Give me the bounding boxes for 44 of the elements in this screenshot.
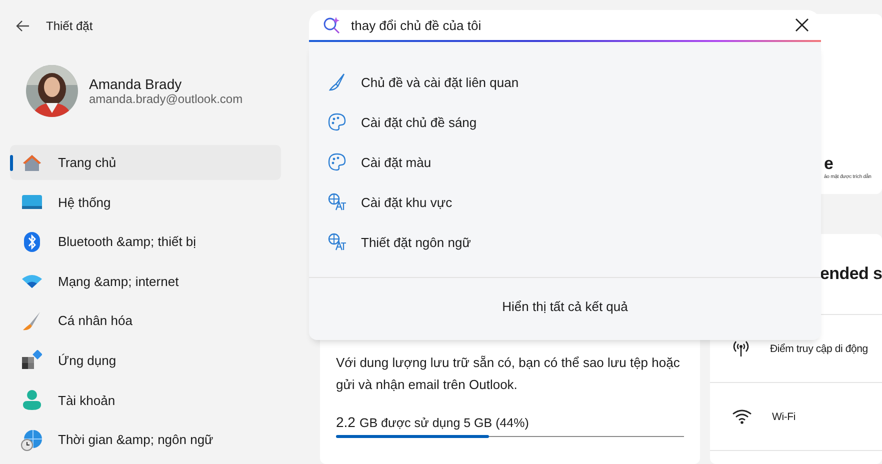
user-email: amanda.brady@outlook.com (89, 92, 243, 106)
search-result[interactable]: Chủ đề và cài đặt liên quan (309, 62, 821, 102)
home-icon (22, 154, 42, 172)
palette-icon (328, 153, 346, 171)
monitor-icon (22, 195, 42, 210)
apps-icon (22, 350, 42, 370)
person-icon (23, 390, 41, 410)
language-icon (328, 233, 346, 251)
wifi-icon (732, 409, 752, 424)
sidebar-item[interactable]: Thời gian &amp; ngôn ngữ (10, 422, 281, 458)
paintbrush-icon (22, 310, 42, 331)
storage-used: 2.2 (336, 414, 356, 430)
search-result[interactable]: Cài đặt màu (309, 142, 821, 182)
setting-label[interactable]: Điểm truy cập di động (770, 342, 868, 354)
show-all-results-link[interactable]: Hiển thị tất cả kết quả (498, 295, 632, 318)
sidebar-item[interactable]: Bluetooth &amp; thiết bị (10, 224, 281, 260)
window-title: Thiết đặt (46, 19, 93, 33)
sidebar-item[interactable]: Ứng dụng (10, 342, 281, 378)
palette-icon (328, 113, 346, 131)
sidebar-item[interactable]: Hệ thống (10, 184, 281, 220)
sidebar-item[interactable]: Tài khoản (10, 382, 281, 418)
search-field[interactable]: thay đổi chủ đề của tôi (351, 18, 783, 32)
search-result[interactable]: Cài đặt khu vực (309, 182, 821, 222)
sidebar-item[interactable]: Trang chủ (10, 145, 281, 180)
search-box[interactable]: thay đổi chủ đề của tôi (309, 10, 821, 40)
back-button[interactable] (14, 18, 32, 34)
close-button[interactable] (793, 16, 811, 34)
search-sparkle-icon (323, 16, 341, 34)
setting-label[interactable]: Wi-Fi (772, 410, 796, 422)
wifi-icon (22, 274, 42, 288)
sidebar-item[interactable]: Mạng &amp; internet (10, 264, 281, 299)
globe-clock-icon (21, 428, 43, 451)
sidebar-item[interactable]: Cá nhân hóa (10, 303, 281, 338)
storage-usage-text: GB được sử dụng 5 GB (44%) (359, 416, 529, 430)
card-title: e (824, 154, 834, 174)
hotspot-icon (732, 340, 750, 356)
search-result[interactable]: Thiết đặt ngôn ngữ (309, 222, 821, 262)
recommended-title: ended s (820, 264, 882, 284)
bluetooth-icon (24, 232, 40, 252)
language-icon (328, 193, 346, 211)
search-result[interactable]: Cài đặt chủ đề sáng (309, 102, 821, 142)
paintbrush-icon (329, 73, 345, 91)
user-name: Amanda Brady (89, 76, 183, 92)
storage-description: Với dung lượng lưu trữ sẵn có, bạn có thể sao lưu tệp hoặc gửi và nhận email trên Outlook. (336, 354, 681, 394)
